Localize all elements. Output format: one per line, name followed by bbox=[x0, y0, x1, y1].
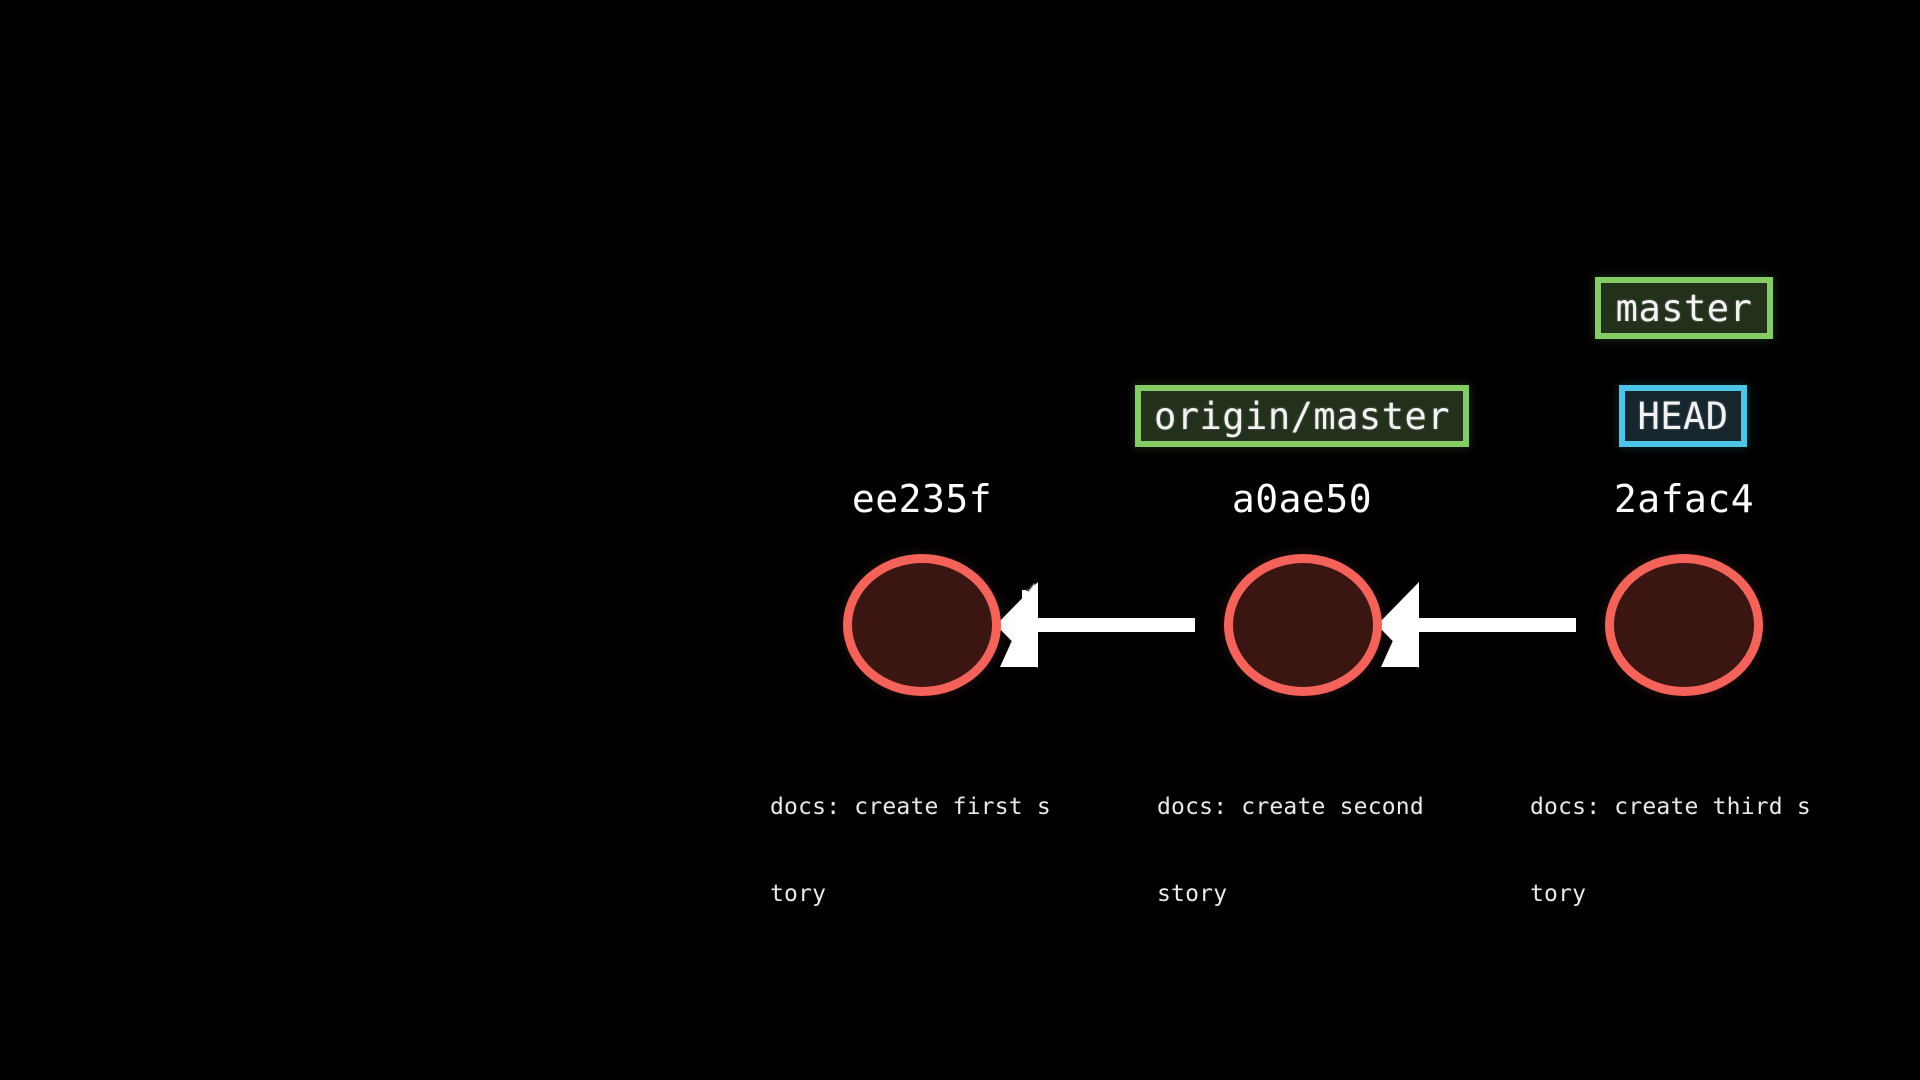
ref-badge-head[interactable]: HEAD bbox=[1619, 385, 1747, 447]
commit-message-line: docs: create first s bbox=[770, 794, 1051, 820]
commit-node[interactable] bbox=[843, 554, 1001, 696]
commit-message-line: tory bbox=[1530, 881, 1587, 907]
commit-hash-label[interactable]: ee235f bbox=[762, 480, 1082, 518]
commit-message-line: tory bbox=[770, 881, 827, 907]
commit-message-line: story bbox=[1157, 881, 1228, 907]
commit-message: docs: create first s tory bbox=[770, 735, 1051, 938]
commit-node[interactable] bbox=[1605, 554, 1763, 696]
commit-message: docs: create third s tory bbox=[1530, 735, 1811, 938]
commit-hash-label[interactable]: a0ae50 bbox=[1142, 480, 1462, 518]
commit-hash-label[interactable]: 2afac4 bbox=[1524, 480, 1844, 518]
commit-message-line: docs: create second bbox=[1157, 794, 1424, 820]
commit-node[interactable] bbox=[1224, 554, 1382, 696]
ref-badge-master[interactable]: master bbox=[1595, 277, 1773, 339]
commit-message: docs: create second story bbox=[1157, 735, 1424, 938]
commit-message-line: docs: create third s bbox=[1530, 794, 1811, 820]
ref-badge-origin-master[interactable]: origin/master bbox=[1135, 385, 1469, 447]
ref-label-origin-master: origin/master bbox=[1153, 394, 1451, 438]
ref-label-head: HEAD bbox=[1637, 394, 1729, 438]
ref-label-master: master bbox=[1615, 286, 1753, 330]
